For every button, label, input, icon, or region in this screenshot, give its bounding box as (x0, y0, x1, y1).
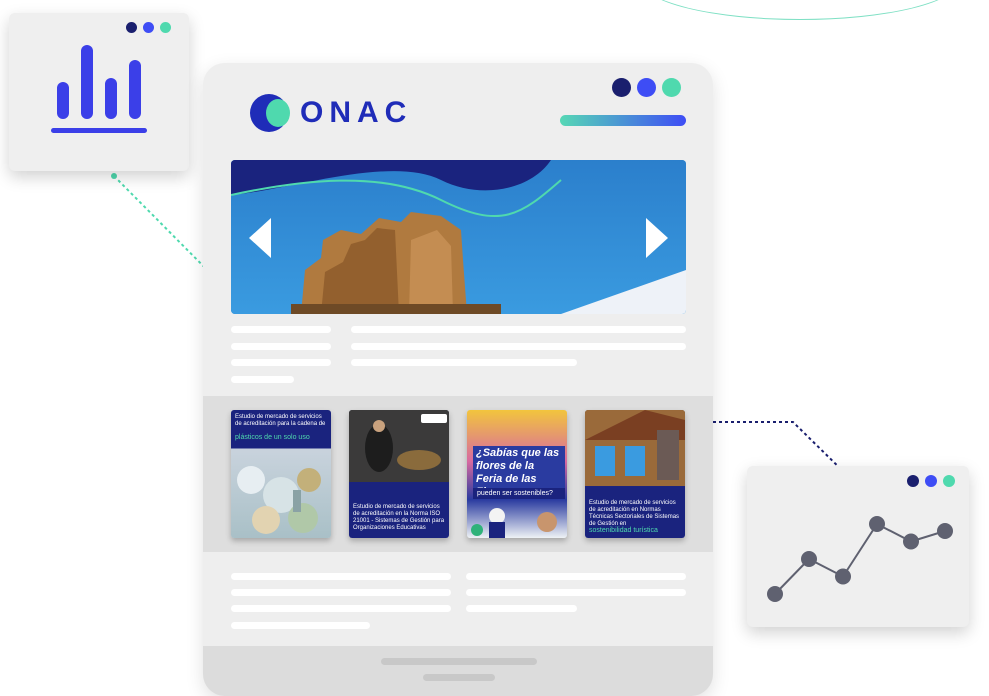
decorative-arc (640, 0, 960, 20)
line-chart-icon (767, 516, 953, 602)
text-placeholder (466, 573, 686, 580)
dot-blue (637, 78, 656, 97)
orchestra-photo (349, 410, 449, 482)
news-gallery: Estudio de mercado de servicios de acred… (203, 396, 713, 552)
line-chart-point (801, 551, 817, 567)
dot-green (662, 78, 681, 97)
dot-blue (143, 22, 154, 33)
text-placeholder (231, 326, 331, 333)
tourism-photo (585, 410, 685, 486)
text-placeholder (231, 573, 451, 580)
bar-chart-bar (129, 59, 141, 119)
header-accent-bar (560, 115, 686, 126)
onac-logo[interactable]: ONAC (250, 93, 412, 133)
text-placeholder (231, 589, 451, 596)
card-headline: Estudio de mercado de servicios de acred… (353, 504, 445, 531)
news-card-plastics[interactable]: Estudio de mercado de servicios de acred… (231, 410, 331, 538)
text-placeholder (231, 605, 451, 612)
line-chart-point (869, 516, 885, 532)
bar-chart-baseline (51, 128, 147, 133)
bar-chart-bar (57, 82, 69, 119)
plastics-photo (237, 466, 321, 534)
home-indicator[interactable] (381, 658, 537, 665)
text-placeholder (466, 605, 577, 612)
dot-navy (126, 22, 137, 33)
bar-chart-icon (51, 45, 147, 133)
hero-slider[interactable] (231, 160, 686, 314)
flowers-photo (471, 508, 557, 538)
window-dots (907, 475, 955, 487)
news-card-tourism[interactable]: Estudio de mercado de servicios de acred… (585, 410, 685, 538)
tablet-mockup: ONAC Estudio de mercado de servicios de … (203, 63, 713, 696)
onac-logo-mark (250, 94, 290, 132)
line-chart-point (937, 523, 953, 539)
line-chart-window (747, 466, 969, 627)
home-indicator-secondary (423, 674, 495, 681)
line-chart-point (835, 568, 851, 585)
bar-chart-window (9, 13, 189, 171)
line-chart-point (903, 533, 919, 550)
bar-chart-bar (81, 45, 93, 119)
text-placeholder (351, 326, 686, 333)
text-placeholder (351, 343, 686, 350)
window-dots (126, 22, 171, 33)
dot-navy (907, 475, 919, 487)
hero-next-icon[interactable] (646, 218, 668, 258)
tablet-footer (203, 646, 713, 696)
news-card-flowers[interactable]: ¿Sabías que las flores de la Feria de la… (467, 410, 567, 538)
line-chart-point (767, 586, 783, 602)
dot-green (160, 22, 171, 33)
bar-chart-bar (105, 78, 117, 119)
rock-formation-image (291, 212, 501, 314)
brand-name: ONAC (300, 96, 413, 129)
text-placeholder (231, 376, 294, 383)
card-emphasis: pueden ser sostenibles? (473, 488, 565, 499)
hero-prev-icon[interactable] (249, 218, 271, 258)
card-emphasis: sostenibilidad turística (589, 527, 658, 534)
text-placeholder (466, 589, 686, 596)
text-placeholder (231, 359, 331, 366)
window-dots (612, 78, 681, 97)
line-chart-line (774, 522, 946, 595)
card-emphasis: plásticos de un solo uso (235, 434, 310, 441)
text-placeholder (231, 343, 331, 350)
dot-navy (612, 78, 631, 97)
dot-blue (925, 475, 937, 487)
dot-green (943, 475, 955, 487)
card-headline: Estudio de mercado de servicios de acred… (235, 414, 326, 427)
text-placeholder (231, 622, 370, 629)
text-placeholder (351, 359, 577, 366)
news-card-iso21001[interactable]: Estudio de mercado de servicios de acred… (349, 410, 449, 538)
